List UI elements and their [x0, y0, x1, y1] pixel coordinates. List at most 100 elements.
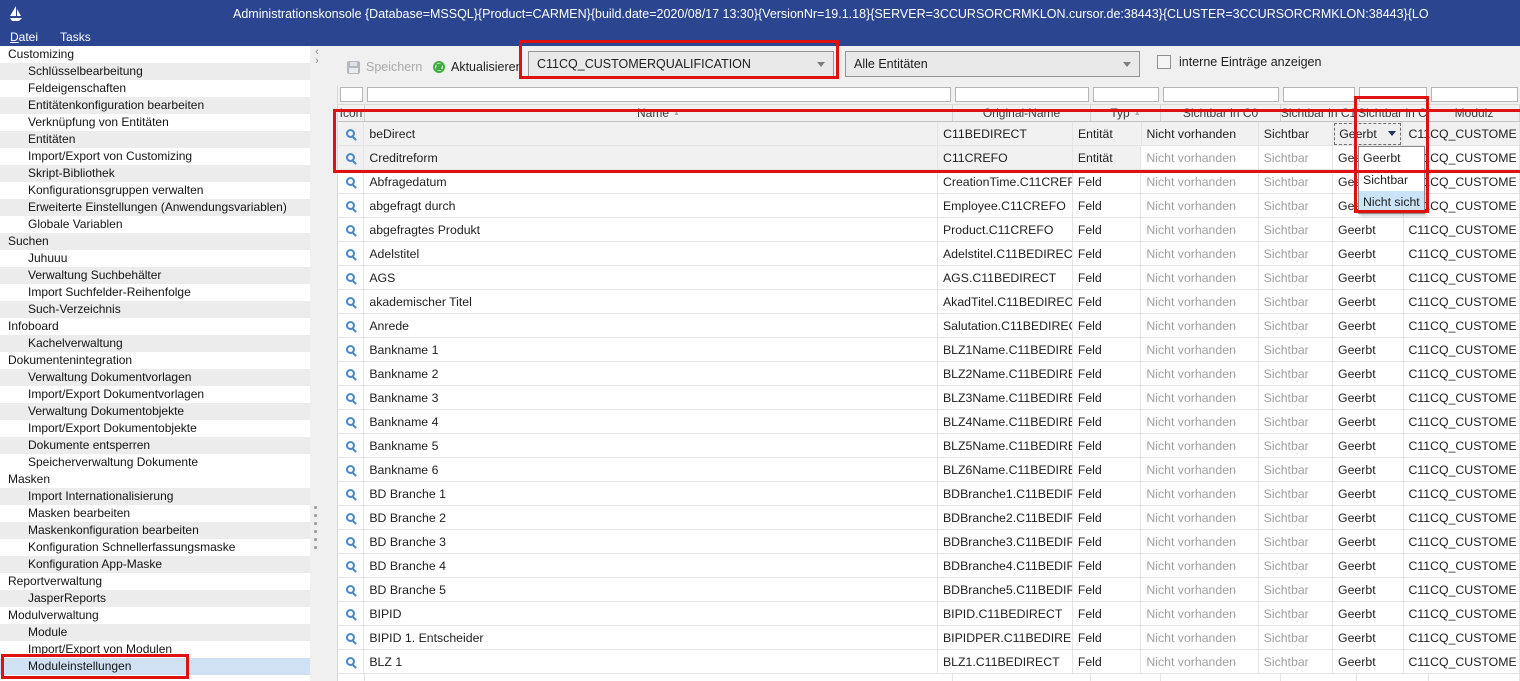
column-header-sichtbar-in-c[interactable]: Sichtbar in C: [1357, 105, 1429, 121]
filter-input-modulz[interactable]: [1431, 87, 1518, 102]
lookup-magnifier-icon[interactable]: [346, 177, 355, 186]
column-header-modulz[interactable]: Modulz: [1429, 105, 1520, 121]
lookup-magnifier-icon[interactable]: [346, 273, 355, 282]
lookup-magnifier-icon[interactable]: [346, 417, 355, 426]
module-combobox[interactable]: C11CQ_CUSTOMERQUALIFICATION: [528, 51, 834, 77]
lookup-magnifier-icon[interactable]: [346, 657, 355, 666]
dropdown-option-nicht-sicht[interactable]: Nicht sicht: [1359, 191, 1424, 213]
column-header-original-name[interactable]: Original-Name: [953, 105, 1091, 121]
lookup-magnifier-icon[interactable]: [346, 153, 355, 162]
sidebar-item-verwaltung-dokumentvorlagen[interactable]: Verwaltung Dokumentvorlagen: [0, 369, 310, 386]
splitter-collapse-icons[interactable]: ‹›: [311, 48, 323, 66]
sidebar-item-modulverwaltung[interactable]: Modulverwaltung: [0, 607, 310, 624]
sidebar-item-import-export-von-modulen[interactable]: Import/Export von Modulen: [0, 641, 310, 658]
column-header-icon[interactable]: Icon: [338, 105, 365, 121]
sidebar-item-verwaltung-dokumentobjekte[interactable]: Verwaltung Dokumentobjekte: [0, 403, 310, 420]
sidebar-item-skript-bibliothek[interactable]: Skript-Bibliothek: [0, 165, 310, 182]
sidebar-item-module[interactable]: Module: [0, 624, 310, 641]
table-row-akademischer-titel[interactable]: akademischer TitelAkadTitel.C11BEDIRECTF…: [338, 290, 1520, 314]
sidebar-item-import-export-von-customizing[interactable]: Import/Export von Customizing: [0, 148, 310, 165]
lookup-magnifier-icon[interactable]: [346, 201, 355, 210]
sidebar-item-kachelverwaltung[interactable]: Kachelverwaltung: [0, 335, 310, 352]
table-row-bankname-2[interactable]: Bankname 2BLZ2Name.C11BEDIRECTFeldNicht …: [338, 362, 1520, 386]
lookup-magnifier-icon[interactable]: [346, 561, 355, 570]
table-row-ags[interactable]: AGSAGS.C11BEDIRECTFeldNicht vorhandenSic…: [338, 266, 1520, 290]
sidebar-item-import-suchfelder-reihenfolge[interactable]: Import Suchfelder-Reihenfolge: [0, 284, 310, 301]
sidebar-item-schlüsselbearbeitung[interactable]: Schlüsselbearbeitung: [0, 63, 310, 80]
sidebar-item-speicherverwaltung-dokumente[interactable]: Speicherverwaltung Dokumente: [0, 454, 310, 471]
menu-item-datei[interactable]: Datei: [10, 30, 38, 44]
sidebar-item-dokumente-entsperren[interactable]: Dokumente entsperren: [0, 437, 310, 454]
sidebar-item-import-export-dokumentobjekte[interactable]: Import/Export Dokumentobjekte: [0, 420, 310, 437]
table-row-bankname-3[interactable]: Bankname 3BLZ3Name.C11BEDIRECTFeldNicht …: [338, 386, 1520, 410]
table-row-bd-branche-5[interactable]: BD Branche 5BDBranche5.C11BEDIRECTFeldNi…: [338, 578, 1520, 602]
lookup-magnifier-icon[interactable]: [346, 513, 355, 522]
menu-item-tasks[interactable]: Tasks: [60, 30, 91, 44]
save-button[interactable]: Speichern: [347, 55, 422, 79]
column-header-sichtbar-in-c1[interactable]: Sichtbar in C1: [1281, 105, 1357, 121]
table-row-abgefragtes-produkt[interactable]: abgefragtes ProduktProduct.C11CREFOFeldN…: [338, 218, 1520, 242]
table-row-adelstitel[interactable]: AdelstitelAdelstitel.C11BEDIRECTFeldNich…: [338, 242, 1520, 266]
table-row-bd-branche-4[interactable]: BD Branche 4BDBranche4.C11BEDIRECTFeldNi…: [338, 554, 1520, 578]
sidebar-item-such-verzeichnis[interactable]: Such-Verzeichnis: [0, 301, 310, 318]
table-row-blz-1[interactable]: BLZ 1BLZ1.C11BEDIRECTFeldNicht vorhanden…: [338, 650, 1520, 674]
sidebar-item-suchen[interactable]: Suchen: [0, 233, 310, 250]
sidebar-item-juhuuu[interactable]: Juhuuu: [0, 250, 310, 267]
lookup-magnifier-icon[interactable]: [346, 369, 355, 378]
sidebar-item-dokumentenintegration[interactable]: Dokumentenintegration: [0, 352, 310, 369]
entity-filter-combobox[interactable]: Alle Entitäten: [845, 51, 1140, 77]
splitter-drag-handle-icon[interactable]: [314, 506, 317, 549]
panel-splitter[interactable]: ‹›: [310, 46, 337, 681]
sidebar-item-maskenkonfiguration-bearbeiten[interactable]: Maskenkonfiguration bearbeiten: [0, 522, 310, 539]
sidebar-item-feldeigenschaften[interactable]: Feldeigenschaften: [0, 80, 310, 97]
filter-input-sichtbar-in-c[interactable]: [1359, 87, 1427, 102]
table-row-bd-branche-2[interactable]: BD Branche 2BDBranche2.C11BEDIRECTFeldNi…: [338, 506, 1520, 530]
filter-input-sichtbar-in-c1[interactable]: [1283, 87, 1355, 102]
sidebar-item-konfiguration-app-maske[interactable]: Konfiguration App-Maske: [0, 556, 310, 573]
lookup-magnifier-icon[interactable]: [346, 393, 355, 402]
sidebar-item-globale-variablen[interactable]: Globale Variablen: [0, 216, 310, 233]
filter-input-typ[interactable]: [1093, 87, 1159, 102]
visibility-combobox-editor[interactable]: Geerbt: [1334, 123, 1401, 145]
sidebar-item-verwaltung-suchbehälter[interactable]: Verwaltung Suchbehälter: [0, 267, 310, 284]
lookup-magnifier-icon[interactable]: [346, 345, 355, 354]
sidebar-item-infoboard[interactable]: Infoboard: [0, 318, 310, 335]
lookup-magnifier-icon[interactable]: [346, 321, 355, 330]
sidebar-item-masken[interactable]: Masken: [0, 471, 310, 488]
lookup-magnifier-icon[interactable]: [346, 225, 355, 234]
table-row-partial[interactable]: [338, 674, 1520, 681]
dropdown-option-sichtbar[interactable]: Sichtbar: [1359, 169, 1424, 191]
sidebar-item-erweiterte-einstellungen-anwendungsvariablen[interactable]: Erweiterte Einstellungen (Anwendungsvari…: [0, 199, 310, 216]
lookup-magnifier-icon[interactable]: [346, 585, 355, 594]
sidebar-item-masken-bearbeiten[interactable]: Masken bearbeiten: [0, 505, 310, 522]
sidebar-item-konfiguration-schnellerfassungsmaske[interactable]: Konfiguration Schnellerfassungsmaske: [0, 539, 310, 556]
sidebar-item-jasperreports[interactable]: JasperReports: [0, 590, 310, 607]
table-row-bipid[interactable]: BIPIDBIPID.C11BEDIRECTFeldNicht vorhande…: [338, 602, 1520, 626]
sidebar-item-konfigurationsgruppen-verwalten[interactable]: Konfigurationsgruppen verwalten: [0, 182, 310, 199]
lookup-magnifier-icon[interactable]: [346, 465, 355, 474]
lookup-magnifier-icon[interactable]: [346, 489, 355, 498]
sidebar-item-entitätenkonfiguration-bearbeiten[interactable]: Entitätenkonfiguration bearbeiten: [0, 97, 310, 114]
sidebar-item-import-internationalisierung[interactable]: Import Internationalisierung: [0, 488, 310, 505]
table-row-abfragedatum[interactable]: AbfragedatumCreationTime.C11CREFOFeldNic…: [338, 170, 1520, 194]
column-header-name[interactable]: Name▲: [365, 105, 953, 121]
sidebar-item-import-export-dokumentvorlagen[interactable]: Import/Export Dokumentvorlagen: [0, 386, 310, 403]
table-row-bd-branche-3[interactable]: BD Branche 3BDBranche3.C11BEDIRECTFeldNi…: [338, 530, 1520, 554]
sidebar-item-entitäten[interactable]: Entitäten: [0, 131, 310, 148]
lookup-magnifier-icon[interactable]: [346, 609, 355, 618]
table-row-bankname-1[interactable]: Bankname 1BLZ1Name.C11BEDIRECTFeldNicht …: [338, 338, 1520, 362]
lookup-magnifier-icon[interactable]: [346, 249, 355, 258]
table-row-bankname-6[interactable]: Bankname 6BLZ6Name.C11BEDIRECTFeldNicht …: [338, 458, 1520, 482]
column-header-sichtbar-in-c0[interactable]: Sichtbar in C0: [1161, 105, 1281, 121]
sidebar-item-verknüpfung-von-entitäten[interactable]: Verknüpfung von Entitäten: [0, 114, 310, 131]
sidebar-item-customizing[interactable]: Customizing: [0, 46, 310, 63]
table-row-creditreform[interactable]: CreditreformC11CREFOEntitätNicht vorhand…: [338, 146, 1520, 170]
lookup-magnifier-icon[interactable]: [346, 537, 355, 546]
table-row-bankname-5[interactable]: Bankname 5BLZ5Name.C11BEDIRECTFeldNicht …: [338, 434, 1520, 458]
sidebar-item-reportverwaltung[interactable]: Reportverwaltung: [0, 573, 310, 590]
table-row-bedirect[interactable]: beDirectC11BEDIRECTEntitätNicht vorhande…: [338, 122, 1520, 146]
table-row-bd-branche-1[interactable]: BD Branche 1BDBranche1.C11BEDIRECTFeldNi…: [338, 482, 1520, 506]
sidebar-item-moduleinstellungen[interactable]: Moduleinstellungen: [0, 658, 310, 675]
lookup-magnifier-icon[interactable]: [346, 633, 355, 642]
filter-input-icon[interactable]: [340, 87, 363, 102]
